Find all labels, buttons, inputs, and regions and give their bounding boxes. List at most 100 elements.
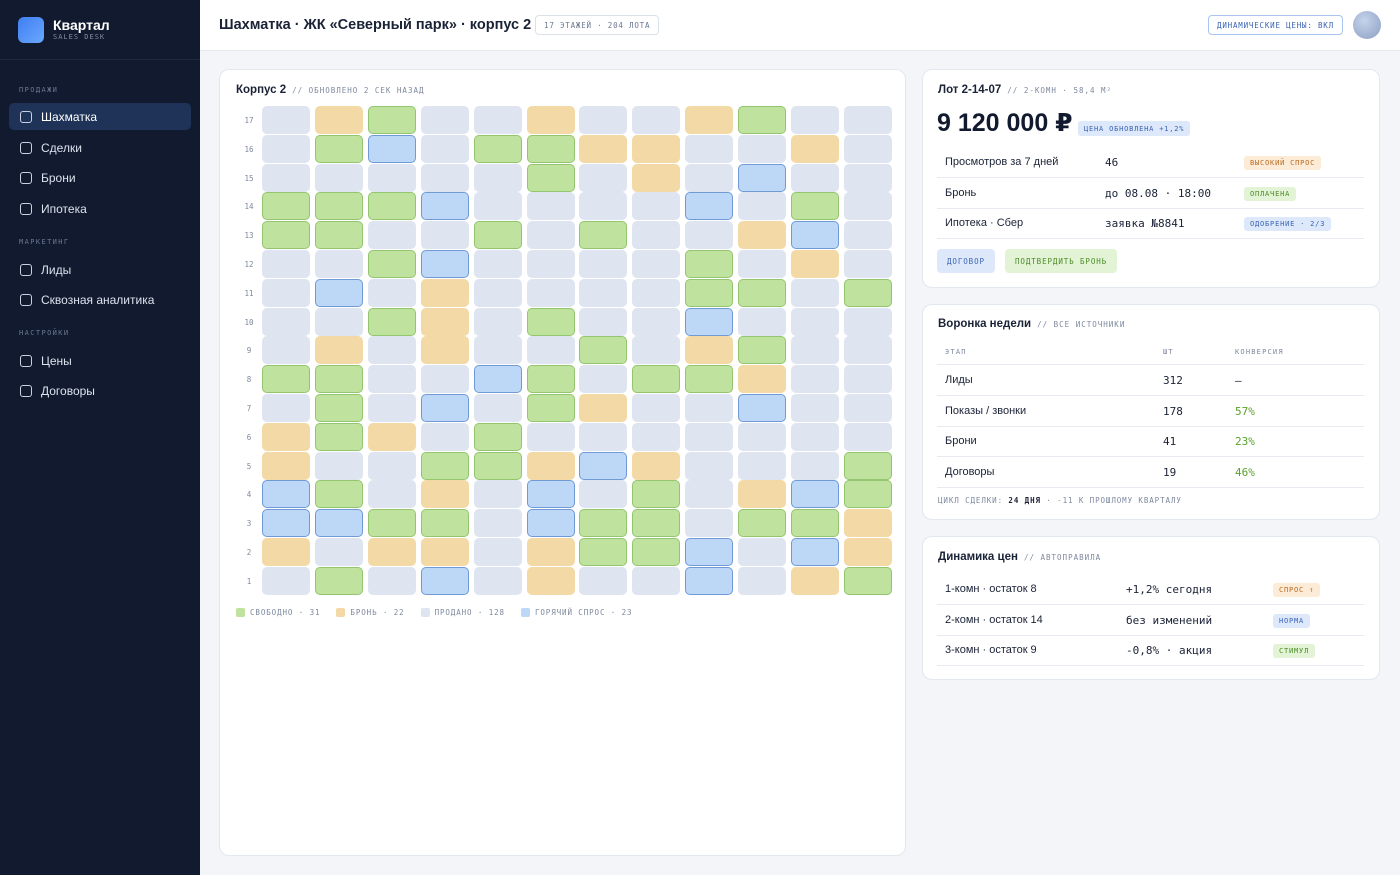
apartment-cell[interactable]	[314, 538, 363, 566]
apartment-cell[interactable]	[473, 336, 522, 365]
apartment-cell[interactable]	[632, 538, 681, 566]
apartment-cell[interactable]	[791, 336, 839, 365]
apartment-cell[interactable]	[473, 192, 522, 221]
sidebar-item-prices[interactable]: Цены	[9, 347, 191, 374]
apartment-cell[interactable]	[843, 221, 892, 250]
price-rule-row[interactable]: 1-комн · остаток 8 +1,2% сегодня СПРОС ↑	[937, 574, 1364, 605]
apartment-cell[interactable]	[791, 278, 839, 307]
apartment-cell[interactable]	[791, 106, 839, 134]
sidebar-item-reservations[interactable]: Брони	[9, 164, 191, 191]
apartment-cell[interactable]	[579, 538, 628, 566]
apartment-cell[interactable]	[473, 134, 522, 163]
apartment-cell[interactable]	[738, 278, 787, 307]
apartment-cell[interactable]	[579, 480, 628, 509]
apartment-cell[interactable]	[314, 106, 363, 134]
apartment-cell[interactable]	[843, 250, 892, 278]
sidebar-item-deals[interactable]: Сделки	[9, 134, 191, 161]
apartment-cell[interactable]	[579, 566, 628, 595]
apartment-cell[interactable]	[632, 365, 681, 394]
apartment-cell[interactable]	[420, 365, 469, 394]
apartment-cell[interactable]	[791, 394, 839, 422]
table-row[interactable]: Договоры 19 46%	[937, 457, 1364, 488]
apartment-cell[interactable]	[367, 192, 416, 221]
apartment-cell[interactable]	[367, 134, 416, 163]
apartment-cell[interactable]	[473, 480, 522, 509]
apartment-cell[interactable]	[632, 509, 681, 538]
apartment-cell[interactable]	[526, 250, 575, 278]
apartment-cell[interactable]	[685, 307, 734, 336]
apartment-cell[interactable]	[738, 509, 787, 538]
apartment-cell[interactable]	[685, 106, 734, 134]
apartment-cell[interactable]	[791, 509, 839, 538]
apartment-cell[interactable]	[473, 422, 522, 451]
apartment-cell[interactable]	[738, 480, 787, 509]
apartment-cell[interactable]	[314, 566, 363, 595]
apartment-cell[interactable]	[526, 566, 575, 595]
apartment-cell[interactable]	[420, 480, 469, 509]
apartment-cell[interactable]	[579, 278, 628, 307]
apartment-cell[interactable]	[791, 538, 839, 566]
apartment-cell[interactable]	[685, 365, 734, 394]
apartment-cell[interactable]	[526, 163, 575, 192]
apartment-cell[interactable]	[685, 192, 734, 221]
apartment-cell[interactable]	[262, 365, 310, 394]
sidebar-item-analytics[interactable]: Сквозная аналитика	[9, 286, 191, 313]
apartment-cell[interactable]	[843, 336, 892, 365]
apartment-cell[interactable]	[632, 307, 681, 336]
apartment-cell[interactable]	[843, 566, 892, 595]
apartment-cell[interactable]	[314, 250, 363, 278]
apartment-cell[interactable]	[579, 336, 628, 365]
apartment-cell[interactable]	[685, 480, 734, 509]
apartment-cell[interactable]	[314, 480, 363, 509]
apartment-cell[interactable]	[314, 134, 363, 163]
apartment-cell[interactable]	[420, 250, 469, 278]
apartment-cell[interactable]	[632, 106, 681, 134]
apartment-cell[interactable]	[367, 422, 416, 451]
apartment-cell[interactable]	[473, 221, 522, 250]
apartment-cell[interactable]	[420, 336, 469, 365]
apartment-cell[interactable]	[262, 422, 310, 451]
apartment-cell[interactable]	[473, 394, 522, 422]
price-rule-row[interactable]: 2-комн · остаток 14 без изменений НОРМА	[937, 605, 1364, 636]
apartment-cell[interactable]	[420, 134, 469, 163]
apartment-cell[interactable]	[420, 422, 469, 451]
apartment-cell[interactable]	[420, 394, 469, 422]
apartment-cell[interactable]	[738, 307, 787, 336]
apartment-cell[interactable]	[420, 451, 469, 480]
sidebar-item-mortgage[interactable]: Ипотека	[9, 195, 191, 222]
apartment-cell[interactable]	[738, 134, 787, 163]
apartment-cell[interactable]	[632, 422, 681, 451]
apartment-cell[interactable]	[262, 307, 310, 336]
apartment-cell[interactable]	[420, 566, 469, 595]
apartment-cell[interactable]	[526, 394, 575, 422]
apartment-cell[interactable]	[632, 336, 681, 365]
apartment-cell[interactable]	[791, 480, 839, 509]
apartment-cell[interactable]	[738, 538, 787, 566]
apartment-cell[interactable]	[843, 451, 892, 480]
apartment-cell[interactable]	[420, 538, 469, 566]
apartment-cell[interactable]	[420, 221, 469, 250]
apartment-cell[interactable]	[526, 134, 575, 163]
apartment-cell[interactable]	[738, 336, 787, 365]
apartment-cell[interactable]	[420, 307, 469, 336]
apartment-cell[interactable]	[262, 336, 310, 365]
brand[interactable]: Квартал SALES DESK	[0, 0, 200, 60]
apartment-cell[interactable]	[262, 163, 310, 192]
apartment-cell[interactable]	[262, 566, 310, 595]
price-rule-row[interactable]: 3-комн · остаток 9 -0,8% · акция СТИМУЛ	[937, 635, 1364, 666]
apartment-cell[interactable]	[685, 509, 734, 538]
apartment-cell[interactable]	[367, 106, 416, 134]
apartment-cell[interactable]	[632, 192, 681, 221]
apartment-cell[interactable]	[685, 134, 734, 163]
apartment-cell[interactable]	[843, 307, 892, 336]
apartment-cell[interactable]	[262, 480, 310, 509]
apartment-cell[interactable]	[367, 278, 416, 307]
apartment-cell[interactable]	[843, 480, 892, 509]
apartment-cell[interactable]	[262, 509, 310, 538]
apartment-cell[interactable]	[526, 480, 575, 509]
apartment-cell[interactable]	[579, 163, 628, 192]
apartment-cell[interactable]	[685, 278, 734, 307]
apartment-cell[interactable]	[473, 566, 522, 595]
apartment-cell[interactable]	[843, 106, 892, 134]
confirm-reservation-button[interactable]: ПОДТВЕРДИТЬ БРОНЬ	[1005, 249, 1118, 273]
